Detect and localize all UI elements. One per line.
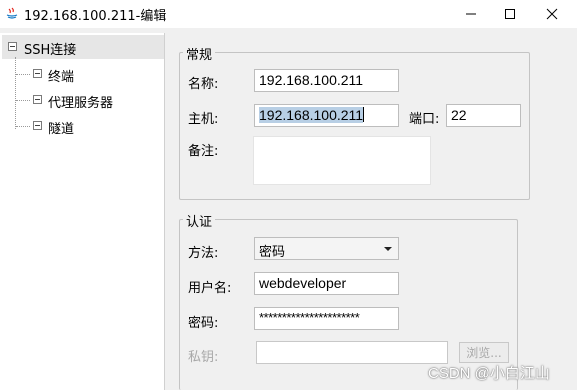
tree-connector	[15, 57, 16, 129]
expand-icon	[33, 121, 42, 130]
tree-connector	[16, 126, 30, 127]
expand-icon	[33, 95, 42, 104]
host-label: 主机:	[188, 112, 219, 127]
tree-root-label: SSH连接	[24, 43, 77, 58]
method-dropdown[interactable]: 密码	[254, 237, 399, 260]
chevron-down-icon	[384, 247, 392, 251]
watermark: CSDN @小白江山	[428, 365, 550, 382]
private-key-label: 私钥:	[188, 350, 219, 365]
collapse-icon[interactable]	[8, 42, 17, 51]
close-button[interactable]	[533, 0, 571, 28]
text-caret	[363, 107, 365, 122]
tree-connector	[16, 100, 30, 101]
tree-root-ssh[interactable]: SSH连接	[2, 35, 164, 59]
tree-item-label: 终端	[48, 70, 75, 85]
name-field[interactable]: 192.168.100.211	[254, 69, 399, 92]
minimize-button[interactable]	[452, 0, 490, 28]
close-icon	[546, 8, 558, 20]
username-field[interactable]: webdeveloper	[254, 272, 399, 295]
general-group-title: 常规	[183, 44, 216, 63]
notes-label: 备注:	[188, 144, 219, 159]
host-field-value: 192.168.100.211	[259, 107, 364, 123]
settings-tree: SSH连接 终端 代理服务器 隧道	[0, 33, 165, 390]
username-label: 用户名:	[188, 281, 232, 296]
browse-button[interactable]: 浏览...	[459, 342, 509, 363]
auth-group-title: 认证	[183, 211, 216, 230]
name-label: 名称:	[188, 77, 219, 92]
private-key-field[interactable]	[256, 341, 448, 364]
maximize-button[interactable]	[491, 0, 529, 28]
title-bar: 192.168.100.211-编辑	[0, 0, 577, 28]
port-label: 端口:	[409, 112, 440, 127]
java-app-icon	[5, 6, 19, 20]
tree-item-label: 隧道	[48, 122, 75, 137]
method-label: 方法:	[188, 246, 219, 261]
host-field[interactable]: 192.168.100.211	[254, 104, 399, 127]
maximize-icon	[505, 9, 515, 19]
minimize-icon	[466, 13, 476, 15]
tree-connector	[16, 74, 30, 75]
method-value: 密码	[259, 245, 286, 260]
password-label: 密码:	[188, 316, 219, 331]
tree-item-label: 代理服务器	[48, 96, 114, 111]
notes-textarea[interactable]	[253, 136, 431, 185]
expand-icon	[33, 69, 42, 78]
port-field[interactable]: 22	[446, 104, 521, 127]
password-field[interactable]: **********************	[254, 307, 399, 330]
window-title: 192.168.100.211-编辑	[24, 9, 167, 24]
